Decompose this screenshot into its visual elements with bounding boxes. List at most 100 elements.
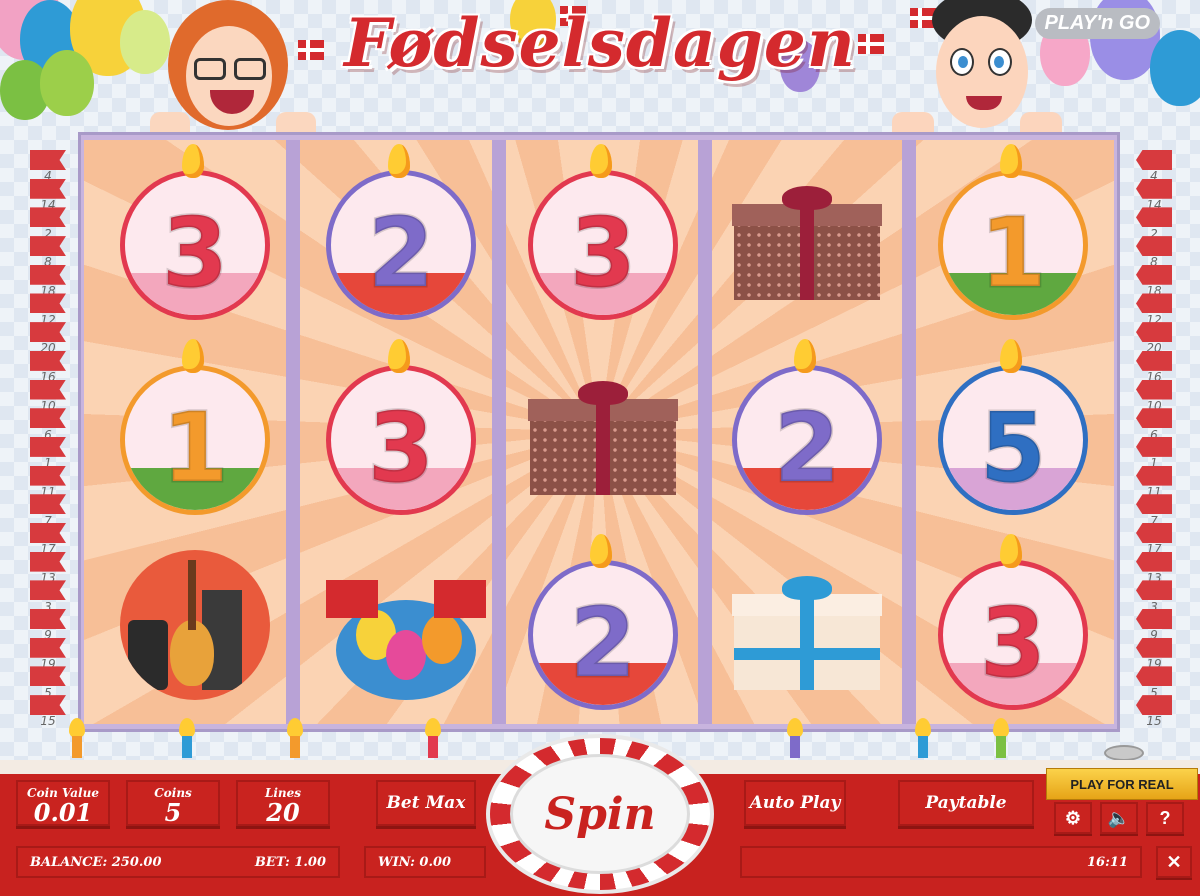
payline-badge[interactable]: 2 [28, 205, 68, 241]
coin-value: 0.01 [33, 798, 93, 827]
payline-badge[interactable]: 15 [1134, 693, 1174, 728]
payline-badge[interactable]: 8 [28, 234, 68, 269]
payline-badge[interactable]: 13 [28, 550, 68, 585]
candle-number: 2 [366, 196, 436, 311]
bet-max-button[interactable]: Bet Max [376, 780, 476, 826]
flame-icon [1000, 144, 1022, 178]
candle-decoration [993, 718, 1009, 758]
auto-play-button[interactable]: Auto Play [744, 780, 846, 826]
payline-badge[interactable]: 19 [1134, 636, 1174, 671]
payline-badge[interactable]: 16 [1134, 349, 1174, 384]
payline-badge[interactable]: 19 [28, 636, 68, 671]
payline-badge[interactable]: 6 [28, 406, 68, 442]
payline-badge[interactable]: 16 [28, 349, 68, 384]
flame-icon [1000, 339, 1022, 373]
bet-max-label: Bet Max [386, 793, 466, 813]
payline-badge[interactable]: 12 [28, 291, 68, 327]
coins-selector[interactable]: Coins 5 [126, 780, 220, 826]
flame-icon [794, 339, 816, 373]
payline-badge[interactable]: 3 [28, 578, 68, 614]
candle-symbol-3: 3 [938, 534, 1088, 710]
candle-number: 3 [978, 586, 1048, 701]
help-button[interactable]: ? [1146, 802, 1184, 834]
payline-badge[interactable]: 20 [1134, 320, 1174, 355]
candle-symbol-3: 3 [528, 144, 678, 320]
candle-decoration [69, 718, 85, 758]
candle-decoration [179, 718, 195, 758]
payline-badge[interactable]: 9 [1134, 607, 1174, 642]
brown-gift-symbol [732, 150, 882, 300]
payline-number: 15 [40, 714, 56, 729]
flame-icon [182, 144, 204, 178]
white-blue-gift-symbol [732, 540, 882, 690]
brown-gift-symbol [528, 345, 678, 495]
win-bar: WIN: 0.00 [364, 846, 486, 878]
candle-number: 3 [366, 391, 436, 506]
payline-badge[interactable]: 5 [1134, 664, 1174, 700]
payline-badge[interactable]: 18 [28, 263, 68, 298]
flags-balloons-symbol [326, 540, 486, 700]
payline-badge[interactable]: 17 [1134, 521, 1174, 556]
close-button[interactable]: ✕ [1156, 846, 1192, 878]
candle-symbol-2: 2 [732, 339, 882, 515]
payline-badge[interactable]: 17 [28, 521, 68, 556]
coin-value-selector[interactable]: Coin Value 0.01 [16, 780, 110, 826]
candle-symbol-3: 3 [120, 144, 270, 320]
payline-badge[interactable]: 2 [1134, 205, 1174, 241]
balance-text: BALANCE: 250.00 [30, 854, 162, 870]
candle-number: 1 [160, 391, 230, 506]
man-character [892, 0, 1062, 142]
payline-badge[interactable]: 4 [28, 148, 68, 183]
payline-badge[interactable]: 1 [28, 435, 68, 470]
reel-separator [492, 140, 506, 724]
reel-separator [286, 140, 300, 724]
payline-badge[interactable]: 1 [1134, 435, 1174, 470]
payline-badge[interactable]: 4 [1134, 148, 1174, 183]
payline-badge[interactable]: 18 [1134, 263, 1174, 298]
clock-bar: 16:11 [740, 846, 1142, 878]
flame-icon [388, 339, 410, 373]
payline-badge[interactable]: 15 [28, 693, 68, 728]
balloon-decoration [1150, 30, 1200, 106]
lines-selector[interactable]: Lines 20 [236, 780, 330, 826]
lines-value: 20 [266, 798, 300, 827]
candle-number: 3 [568, 196, 638, 311]
payline-badge[interactable]: 5 [28, 664, 68, 700]
candle-symbol-1: 1 [938, 144, 1088, 320]
payline-badge[interactable]: 20 [28, 320, 68, 355]
payline-badge[interactable]: 12 [1134, 291, 1174, 327]
payline-indicators-right[interactable]: 4 14 2 8 18 12 20 16 10 6 1 11 7 17 13 3 9 19 5 15 [1134, 148, 1174, 728]
gear-icon: ⚙ [1064, 807, 1082, 828]
spin-button[interactable]: Spin [510, 754, 690, 874]
payline-badge[interactable]: 14 [1134, 177, 1174, 212]
game-title: Fødselsdagen [344, 4, 856, 82]
play-for-real-button[interactable]: PLAY FOR REAL [1046, 768, 1198, 800]
woman-character [150, 0, 316, 142]
payline-number: 15 [1146, 714, 1162, 729]
payline-badge[interactable]: 10 [28, 378, 68, 413]
candle-symbol-2: 2 [528, 534, 678, 710]
payline-badge[interactable]: 14 [28, 177, 68, 212]
payline-badge[interactable]: 9 [28, 607, 68, 642]
paytable-label: Paytable [925, 793, 1007, 813]
payline-badge[interactable]: 8 [1134, 234, 1174, 269]
candle-symbol-1: 1 [120, 339, 270, 515]
reel-separator [698, 140, 712, 724]
clock-text: 16:11 [1087, 854, 1128, 870]
paytable-button[interactable]: Paytable [898, 780, 1034, 826]
payline-badge[interactable]: 6 [1134, 406, 1174, 442]
balloon-decoration [40, 50, 94, 116]
payline-badge[interactable]: 11 [28, 464, 68, 499]
sound-button[interactable]: 🔈 [1100, 802, 1138, 834]
payline-badge[interactable]: 7 [1134, 492, 1174, 528]
payline-badge[interactable]: 3 [1134, 578, 1174, 614]
flame-icon [1000, 534, 1022, 568]
settings-button[interactable]: ⚙ [1054, 802, 1092, 834]
payline-badge[interactable]: 11 [1134, 464, 1174, 499]
reel-separator [902, 140, 916, 724]
payline-badge[interactable]: 13 [1134, 550, 1174, 585]
payline-badge[interactable]: 7 [28, 492, 68, 528]
payline-badge[interactable]: 10 [1134, 378, 1174, 413]
payline-indicators-left[interactable]: 4 14 2 8 18 12 20 16 10 6 1 11 7 17 13 3 9 19 5 15 [28, 148, 68, 728]
flame-icon [388, 144, 410, 178]
